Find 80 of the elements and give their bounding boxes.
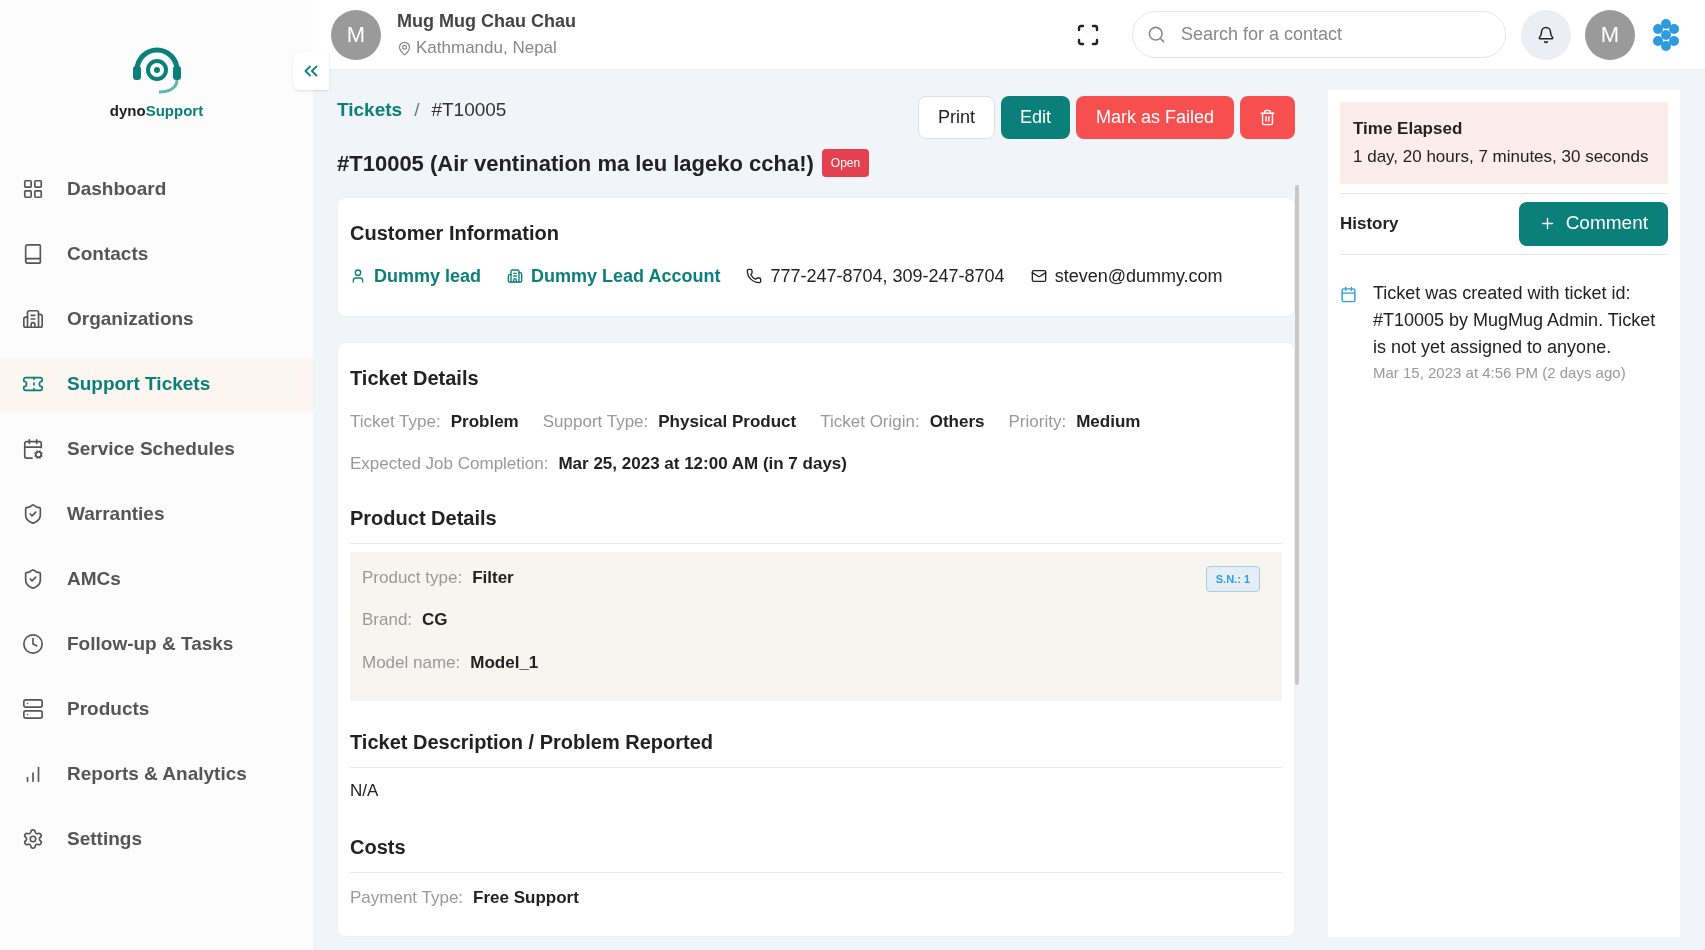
print-button[interactable]: Print [917,96,995,139]
field-label: Expected Job Completion: [350,453,549,475]
section-heading: Ticket Description / Problem Reported [350,730,715,755]
delete-button[interactable] [1240,96,1295,139]
nav-item[interactable]: Reports & Analytics [0,747,313,801]
nav-item[interactable]: Warranties [0,487,313,541]
breadcrumb-separator: / [414,98,420,122]
account-link[interactable]: Dummy Lead Account [507,262,721,290]
section-heading: Product Details [350,505,498,531]
section-heading: Costs [350,834,407,860]
field-value: Physical Product [658,410,797,433]
bell-icon [1537,25,1555,44]
field-value: Medium [1076,410,1141,433]
clock-icon [22,633,44,655]
building-icon [507,268,524,284]
server-icon [22,698,44,720]
email-address: steven@dummy.com [1054,264,1223,288]
nav-item[interactable]: Organizations [0,292,313,346]
trash-icon [1259,109,1276,126]
scrollbar-thumb[interactable] [1295,185,1299,685]
person-icon [350,268,366,284]
field-label: Priority: [1008,410,1067,433]
nav-item[interactable]: Products [0,682,313,736]
shield-check-icon [22,568,44,590]
section-heading: Customer Information [350,220,560,246]
user-name: Mug Mug Chau Chau [397,10,576,34]
history-entry-text: Ticket was created with ticket id: #T10005 by MugMug Admin. Ticket is not yet assigned to anyone. [1373,281,1657,359]
field-label: Support Type: [542,410,649,433]
ticket-title: #T10005 (Air ventination ma leu lageko ccha!) [337,149,814,178]
field-label: Payment Type: [350,886,464,909]
breadcrumb-link[interactable]: Tickets [337,96,403,125]
notifications-button[interactable] [1521,9,1571,60]
collapse-sidebar-button[interactable] [293,52,329,90]
phone-numbers: 777-247-8704, 309-247-8704 [770,264,1005,288]
fullscreen-icon[interactable] [1076,22,1100,47]
field-label: Ticket Type: [350,410,441,433]
nav-item[interactable]: Follow-up & Tasks [0,617,313,671]
nav-item[interactable]: Service Schedules [0,422,313,476]
book-icon [22,243,44,265]
nav-item[interactable]: AMCs [0,552,313,606]
breadcrumb-current: #T10005 [431,98,507,122]
field-label: Product type: [362,566,463,589]
history-entry-time: Mar 15, 2023 at 4:56 PM (2 days ago) [1373,362,1627,383]
building-icon [22,308,44,330]
mail-icon [1030,268,1047,284]
field-value: Model_1 [470,651,539,674]
calendar-icon [22,438,44,460]
nav-item[interactable]: Support Tickets [0,357,313,411]
user-location: Kathmandu, Nepal [416,37,557,60]
search-icon [1147,25,1166,44]
field-label: Ticket Origin: [820,410,920,433]
shield-check-icon [22,503,44,525]
field-value: Free Support [473,886,579,909]
settings-icon [22,828,44,850]
description-text: N/A [350,780,380,802]
nav-item[interactable]: Contacts [0,227,313,281]
search-field[interactable]: Search for a contact [1132,11,1506,58]
field-value: Mar 25, 2023 at 12:00 AM (in 7 days) [558,453,847,475]
serial-badge: S.N.: 1 [1205,565,1260,592]
time-elapsed-value: 1 day, 20 hours, 7 minutes, 30 seconds [1353,145,1650,168]
nav-item[interactable]: Dashboard [0,162,313,216]
logo-text: dynoSupport [109,101,204,121]
contact-link[interactable]: Dummy lead [350,262,482,290]
time-elapsed-heading: Time Elapsed [1353,118,1464,140]
status-badge: Open [821,149,870,177]
field-value: Others [929,410,985,433]
field-label: Model name: [362,651,461,674]
field-label: Brand: [362,609,413,631]
phone-icon [746,268,763,284]
nav-item[interactable]: Settings [0,812,313,866]
grid-icon [22,178,44,200]
section-heading: Ticket Details [350,365,480,391]
field-value: Problem [450,410,519,433]
edit-button[interactable]: Edit [1000,96,1070,139]
calendar-icon [1340,285,1357,303]
field-value: CG [422,609,448,631]
field-value: Filter [472,566,514,589]
history-heading: History [1340,212,1399,235]
comment-button[interactable]: Comment [1518,201,1668,246]
location-pin-icon [397,40,412,56]
